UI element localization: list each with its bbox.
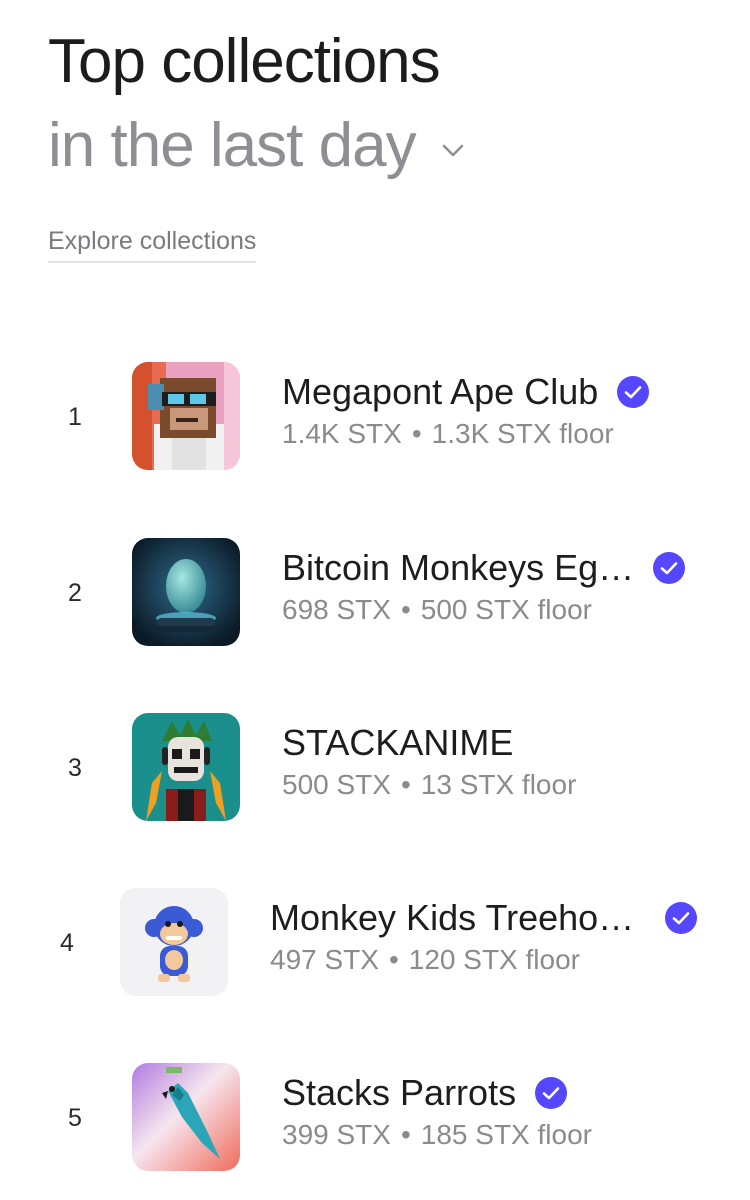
floor-value: 1.3K STX floor bbox=[431, 418, 614, 449]
collection-stats: 500 STX • 13 STX floor bbox=[282, 769, 576, 801]
rank-number: 1 bbox=[68, 402, 82, 431]
collection-name[interactable]: Monkey Kids Treeho… bbox=[270, 897, 634, 939]
collections-list: 1 Megapont Ape Club 1.4K STX • 1.3K STX … bbox=[0, 0, 750, 1200]
collection-name[interactable]: STACKANIME bbox=[282, 722, 513, 764]
volume-value: 497 STX bbox=[270, 944, 379, 975]
list-item[interactable]: 2 Bitcoin Monkeys Eg… 698 STX • 500 STX … bbox=[0, 538, 750, 648]
separator-dot: • bbox=[400, 594, 411, 625]
list-item[interactable]: 5 Stacks Parrots 399 STX • 185 STX floor bbox=[0, 1063, 750, 1173]
collection-info: Bitcoin Monkeys Eg… 698 STX • 500 STX floo… bbox=[282, 542, 686, 626]
volume-value: 399 STX bbox=[282, 1119, 391, 1150]
collection-stats: 1.4K STX • 1.3K STX floor bbox=[282, 418, 650, 450]
rank-number: 5 bbox=[68, 1103, 82, 1132]
separator-dot: • bbox=[388, 944, 399, 975]
collection-info: Monkey Kids Treeho… 497 STX • 120 STX floo… bbox=[270, 892, 698, 976]
verified-badge-icon bbox=[664, 901, 698, 935]
rank-number: 2 bbox=[68, 578, 82, 607]
separator-dot: • bbox=[411, 418, 422, 449]
floor-value: 500 STX floor bbox=[420, 594, 592, 625]
collection-info: Megapont Ape Club 1.4K STX • 1.3K STX floo… bbox=[282, 366, 650, 450]
floor-value: 185 STX floor bbox=[420, 1119, 592, 1150]
volume-value: 500 STX bbox=[282, 769, 391, 800]
volume-value: 698 STX bbox=[282, 594, 391, 625]
collection-name[interactable]: Megapont Ape Club bbox=[282, 371, 598, 413]
verified-badge-icon bbox=[652, 551, 686, 585]
separator-dot: • bbox=[400, 1119, 411, 1150]
list-item[interactable]: 4 Monkey Kids Treeho… 497 STX • 120 STX … bbox=[0, 888, 750, 998]
collection-stats: 399 STX • 185 STX floor bbox=[282, 1119, 592, 1151]
collection-thumbnail-stacks-parrots[interactable] bbox=[132, 1063, 240, 1171]
floor-value: 120 STX floor bbox=[408, 944, 580, 975]
collection-info: Stacks Parrots 399 STX • 185 STX floor bbox=[282, 1067, 592, 1151]
collection-info: STACKANIME 500 STX • 13 STX floor bbox=[282, 717, 576, 801]
collection-thumbnail-monkey-kids[interactable] bbox=[120, 888, 228, 996]
list-item[interactable]: 3 STACKANIME 500 STX • 13 STX floor bbox=[0, 713, 750, 823]
volume-value: 1.4K STX bbox=[282, 418, 402, 449]
collection-name[interactable]: Stacks Parrots bbox=[282, 1072, 516, 1114]
verified-badge-icon bbox=[534, 1076, 568, 1110]
collection-thumbnail-bitcoin-monkeys-eggs[interactable] bbox=[132, 538, 240, 646]
verified-badge-icon bbox=[616, 375, 650, 409]
collection-stats: 497 STX • 120 STX floor bbox=[270, 944, 698, 976]
rank-number: 3 bbox=[68, 753, 82, 782]
list-item[interactable]: 1 Megapont Ape Club 1.4K STX • 1.3K STX … bbox=[0, 362, 750, 472]
collection-stats: 698 STX • 500 STX floor bbox=[282, 594, 686, 626]
collection-thumbnail-megapont[interactable] bbox=[132, 362, 240, 470]
floor-value: 13 STX floor bbox=[420, 769, 577, 800]
separator-dot: • bbox=[400, 769, 411, 800]
collection-name[interactable]: Bitcoin Monkeys Eg… bbox=[282, 547, 634, 589]
rank-number: 4 bbox=[60, 928, 74, 957]
collection-thumbnail-stackanime[interactable] bbox=[132, 713, 240, 821]
